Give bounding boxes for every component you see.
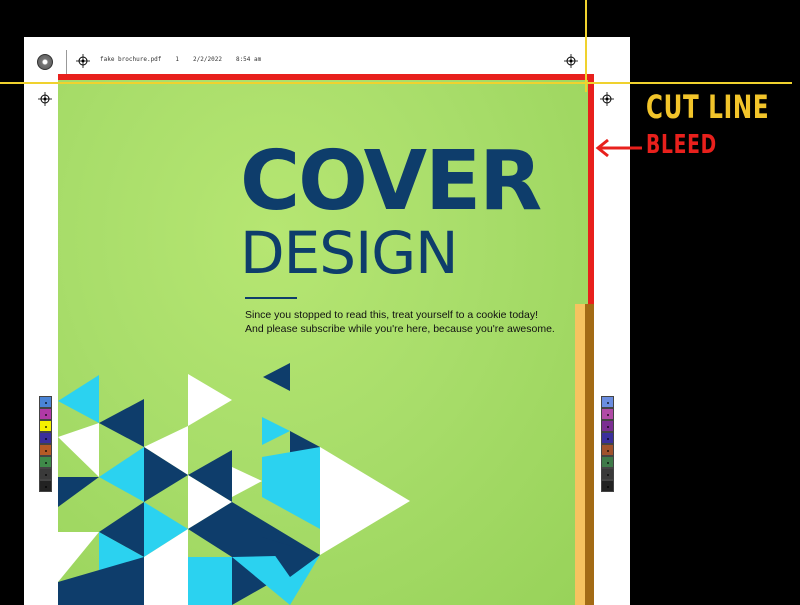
color-swatch: [601, 480, 614, 492]
slug-page: 1: [175, 56, 180, 63]
color-swatch: [39, 480, 52, 492]
slug-date: 2/2/2022: [193, 56, 222, 63]
printer-slug: fake brochure.pdf 1 2/2/2022 8:54 am: [100, 56, 275, 63]
cut-line-label: CUT LINE: [646, 88, 770, 126]
bleed-line-right: [588, 74, 594, 304]
color-swatch: [601, 396, 614, 408]
print-proof-stage: fake brochure.pdf 1 2/2/2022 8:54 am COV…: [0, 0, 800, 605]
tagline-line-1: Since you stopped to read this, treat yo…: [245, 309, 539, 321]
color-swatch: [39, 432, 52, 444]
cut-line-horizontal: [0, 82, 792, 84]
slug-separator: [66, 50, 67, 74]
color-swatch: [39, 420, 52, 432]
safe-zone-strip: [575, 304, 594, 605]
registration-mark-icon: [38, 92, 52, 106]
registration-mark-icon: [76, 54, 90, 68]
color-swatch: [601, 408, 614, 420]
registration-mark-icon: [564, 54, 578, 68]
target-circle-icon: [37, 54, 53, 70]
color-swatch: [601, 444, 614, 456]
color-bar-left: [39, 396, 52, 492]
bleed-label: BLEED: [646, 130, 717, 160]
color-swatch: [601, 468, 614, 480]
color-bar-right: [601, 396, 614, 492]
color-swatch: [601, 432, 614, 444]
cover-tagline: Since you stopped to read this, treat yo…: [245, 308, 565, 336]
color-swatch: [601, 420, 614, 432]
tagline-line-2: And please subscribe while you're here, …: [245, 323, 555, 335]
color-swatch: [39, 468, 52, 480]
cut-line-vertical: [585, 0, 587, 92]
arrow-left-icon: [595, 138, 642, 158]
color-swatch: [39, 408, 52, 420]
bleed-line-top: [58, 74, 594, 80]
cover-divider: [245, 297, 297, 299]
color-swatch: [39, 444, 52, 456]
color-swatch: [39, 396, 52, 408]
cover-artwork: COVER DESIGN Since you stopped to read t…: [58, 77, 594, 605]
slug-filename: fake brochure.pdf: [100, 56, 162, 63]
registration-mark-icon: [600, 92, 614, 106]
slug-time: 8:54 am: [235, 56, 262, 63]
color-swatch: [601, 456, 614, 468]
cover-title: COVER: [240, 134, 542, 229]
cover-subtitle: DESIGN: [240, 219, 459, 287]
color-swatch: [39, 456, 52, 468]
